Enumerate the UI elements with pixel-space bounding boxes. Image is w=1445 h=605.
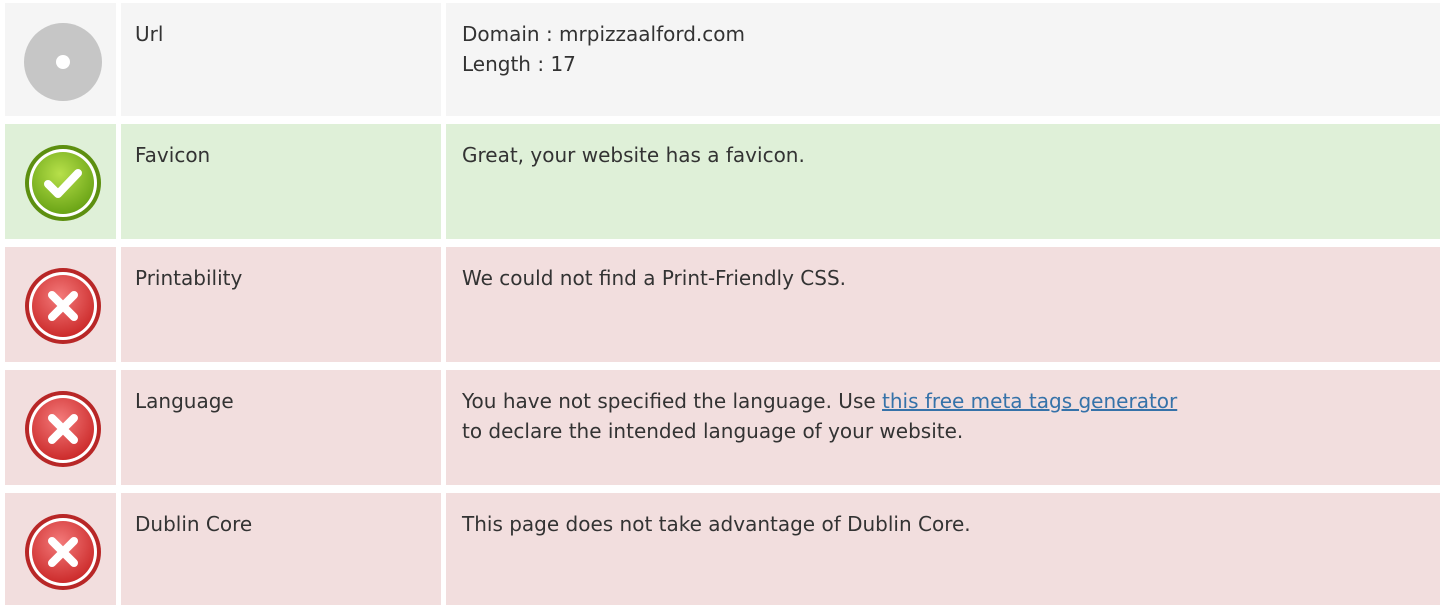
- check-label-cell: Favicon: [121, 124, 441, 239]
- check-value-cell: We could not find a Print-Friendly CSS.: [446, 247, 1440, 362]
- check-row-favicon: Favicon Great, your website has a favico…: [0, 124, 1445, 239]
- language-text-before-link: You have not specified the language. Use: [462, 389, 883, 413]
- check-value: You have not specified the language. Use…: [462, 386, 1430, 446]
- check-label-cell: Url: [121, 3, 441, 116]
- url-domain: Domain : mrpizzaalford.com: [462, 22, 745, 46]
- check-row-url: Url Domain : mrpizzaalford.com Length : …: [0, 3, 1445, 116]
- check-label: Url: [135, 22, 164, 46]
- error-x-icon: [25, 514, 101, 590]
- language-text-line1: You have not specified the language. Use…: [462, 386, 1430, 416]
- check-label: Favicon: [135, 143, 211, 167]
- status-cell: [5, 370, 116, 485]
- check-value-cell: Great, your website has a favicon.: [446, 124, 1440, 239]
- meta-tags-generator-link[interactable]: this free meta tags generator: [882, 389, 1177, 413]
- check-value: This page does not take advantage of Dub…: [462, 512, 971, 536]
- neutral-circle-icon: [24, 23, 102, 101]
- check-value: Great, your website has a favicon.: [462, 143, 805, 167]
- error-x-icon: [25, 391, 101, 467]
- status-cell: [5, 3, 116, 116]
- url-length: Length : 17: [462, 52, 576, 76]
- status-cell: [5, 124, 116, 239]
- check-row-printability: Printability We could not find a Print-F…: [0, 247, 1445, 362]
- check-value-cell: You have not specified the language. Use…: [446, 370, 1440, 485]
- check-label-cell: Dublin Core: [121, 493, 441, 605]
- check-label-cell: Language: [121, 370, 441, 485]
- check-label: Language: [135, 389, 234, 413]
- check-icon: [25, 145, 101, 221]
- check-value-cell: This page does not take advantage of Dub…: [446, 493, 1440, 605]
- check-row-dublin-core: Dublin Core This page does not take adva…: [0, 493, 1445, 605]
- check-row-language: Language You have not specified the lang…: [0, 370, 1445, 485]
- status-cell: [5, 493, 116, 605]
- check-value-cell: Domain : mrpizzaalford.com Length : 17: [446, 3, 1440, 116]
- check-label-cell: Printability: [121, 247, 441, 362]
- status-cell: [5, 247, 116, 362]
- check-label: Printability: [135, 266, 243, 290]
- check-value: We could not find a Print-Friendly CSS.: [462, 266, 847, 290]
- check-label: Dublin Core: [135, 512, 253, 536]
- check-value: Domain : mrpizzaalford.com Length : 17: [462, 19, 1430, 79]
- language-text-after-link: to declare the intended language of your…: [462, 419, 964, 443]
- error-x-icon: [25, 268, 101, 344]
